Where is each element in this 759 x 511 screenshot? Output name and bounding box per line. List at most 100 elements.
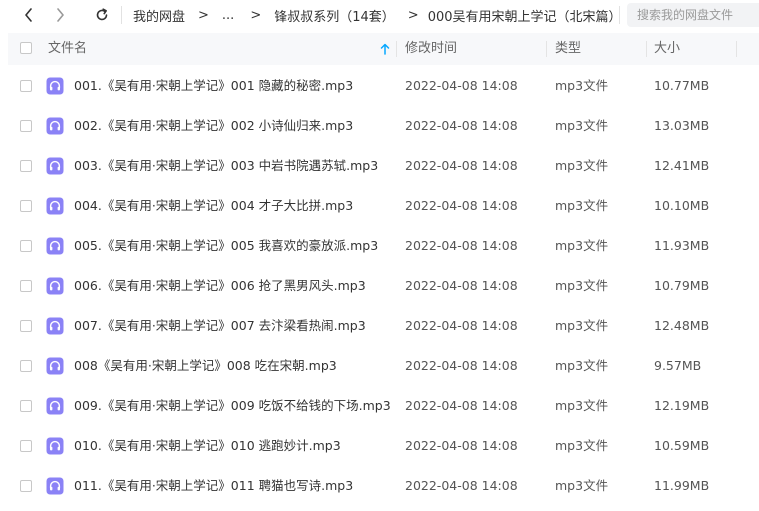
table-row[interactable]: 007.《吴有用·宋朝上学记》007 去汴梁看热闹.mp3 2022-04-08 …: [8, 306, 759, 346]
file-size: 12.41MB: [654, 158, 710, 173]
search-input[interactable]: [627, 3, 759, 27]
file-type: mp3文件: [555, 398, 609, 413]
row-checkbox[interactable]: [20, 440, 32, 452]
file-type: mp3文件: [555, 278, 609, 293]
row-checkbox[interactable]: [20, 280, 32, 292]
audio-file-icon: [46, 397, 64, 415]
table-row[interactable]: 004.《吴有用·宋朝上学记》004 才子大比拼.mp3 2022-04-08 1…: [8, 186, 759, 226]
audio-file-icon: [46, 77, 64, 95]
row-checkbox[interactable]: [20, 120, 32, 132]
file-name[interactable]: 001.《吴有用·宋朝上学记》001 隐藏的秘密.mp3: [74, 66, 353, 106]
audio-file-icon: [46, 277, 64, 295]
file-size: 10.77MB: [654, 78, 710, 93]
file-modified-time: 2022-04-08 14:08: [405, 318, 518, 333]
chevron-right-icon: [57, 8, 64, 22]
table-row[interactable]: 002.《吴有用·宋朝上学记》002 小诗仙归来.mp3 2022-04-08 1…: [8, 106, 759, 146]
row-checkbox[interactable]: [20, 80, 32, 92]
file-type: mp3文件: [555, 198, 609, 213]
file-modified-time: 2022-04-08 14:08: [405, 198, 518, 213]
file-name[interactable]: 009.《吴有用·宋朝上学记》009 吃饭不给钱的下场.mp3: [74, 386, 391, 426]
column-header-mtime[interactable]: 修改时间: [405, 33, 457, 65]
row-checkbox[interactable]: [20, 160, 32, 172]
file-name[interactable]: 006.《吴有用·宋朝上学记》006 抢了黑男风头.mp3: [74, 266, 366, 306]
table-row[interactable]: 001.《吴有用·宋朝上学记》001 隐藏的秘密.mp3 2022-04-08 1…: [8, 66, 759, 106]
file-name[interactable]: 010.《吴有用·宋朝上学记》010 逃跑妙计.mp3: [74, 426, 341, 466]
nav-divider: [121, 6, 122, 24]
back-button[interactable]: [19, 5, 39, 25]
file-size: 12.48MB: [654, 318, 710, 333]
file-size: 9.57MB: [654, 358, 702, 373]
column-divider[interactable]: [396, 41, 397, 57]
table-row[interactable]: 009.《吴有用·宋朝上学记》009 吃饭不给钱的下场.mp3 2022-04-0…: [8, 386, 759, 426]
audio-file-icon: [46, 237, 64, 255]
file-name[interactable]: 002.《吴有用·宋朝上学记》002 小诗仙归来.mp3: [74, 106, 353, 146]
audio-file-icon: [46, 157, 64, 175]
file-size: 13.03MB: [654, 118, 710, 133]
column-header-type[interactable]: 类型: [555, 33, 581, 65]
breadcrumb: 我的网盘 > ... > 锋叔叔系列（14套） > 000吴有用宋朝上学记（北宋…: [133, 0, 658, 30]
file-modified-time: 2022-04-08 14:08: [405, 278, 518, 293]
refresh-button[interactable]: [92, 5, 112, 25]
file-type: mp3文件: [555, 78, 609, 93]
row-checkbox[interactable]: [20, 400, 32, 412]
column-header-name[interactable]: 文件名: [48, 33, 87, 65]
file-name[interactable]: 005.《吴有用·宋朝上学记》005 我喜欢的豪放派.mp3: [74, 226, 378, 266]
forward-button[interactable]: [50, 5, 70, 25]
column-header-size[interactable]: 大小: [654, 33, 680, 65]
column-divider[interactable]: [736, 41, 737, 57]
table-row[interactable]: 005.《吴有用·宋朝上学记》005 我喜欢的豪放派.mp3 2022-04-08…: [8, 226, 759, 266]
audio-file-icon: [46, 437, 64, 455]
audio-file-icon: [46, 117, 64, 135]
file-name[interactable]: 007.《吴有用·宋朝上学记》007 去汴梁看热闹.mp3: [74, 306, 366, 346]
table-row[interactable]: 008《吴有用·宋朝上学记》008 吃在宋朝.mp3 2022-04-08 14:…: [8, 346, 759, 386]
audio-file-icon: [46, 197, 64, 215]
row-checkbox[interactable]: [20, 360, 32, 372]
file-size: 12.19MB: [654, 398, 710, 413]
search-divider: [619, 6, 620, 24]
file-size: 10.10MB: [654, 198, 710, 213]
file-modified-time: 2022-04-08 14:08: [405, 78, 518, 93]
file-size: 11.93MB: [654, 238, 710, 253]
file-modified-time: 2022-04-08 14:08: [405, 158, 518, 173]
file-list-header: 文件名 修改时间 类型 大小: [8, 33, 759, 65]
breadcrumb-separator: >: [407, 7, 419, 23]
breadcrumb-item-current[interactable]: 000吴有用宋朝上学记（北宋篇）: [428, 6, 622, 25]
audio-file-icon: [46, 477, 64, 495]
file-modified-time: 2022-04-08 14:08: [405, 478, 518, 493]
table-row[interactable]: 011.《吴有用·宋朝上学记》011 聘猫也写诗.mp3 2022-04-08 1…: [8, 466, 759, 506]
audio-file-icon: [46, 317, 64, 335]
file-name[interactable]: 008《吴有用·宋朝上学记》008 吃在宋朝.mp3: [74, 346, 337, 386]
top-nav-bar: 我的网盘 > ... > 锋叔叔系列（14套） > 000吴有用宋朝上学记（北宋…: [0, 0, 759, 30]
file-name[interactable]: 003.《吴有用·宋朝上学记》003 中岩书院遇苏轼.mp3: [74, 146, 378, 186]
file-modified-time: 2022-04-08 14:08: [405, 358, 518, 373]
file-modified-time: 2022-04-08 14:08: [405, 118, 518, 133]
file-type: mp3文件: [555, 238, 609, 253]
row-checkbox[interactable]: [20, 240, 32, 252]
file-name[interactable]: 011.《吴有用·宋朝上学记》011 聘猫也写诗.mp3: [74, 466, 353, 506]
row-checkbox[interactable]: [20, 200, 32, 212]
column-divider[interactable]: [546, 41, 547, 57]
table-row[interactable]: 003.《吴有用·宋朝上学记》003 中岩书院遇苏轼.mp3 2022-04-08…: [8, 146, 759, 186]
file-type: mp3文件: [555, 318, 609, 333]
file-type: mp3文件: [555, 438, 609, 453]
file-size: 11.99MB: [654, 478, 710, 493]
breadcrumb-item-root[interactable]: 我的网盘: [133, 6, 185, 25]
breadcrumb-item-series[interactable]: 锋叔叔系列（14套）: [274, 6, 395, 25]
table-row[interactable]: 010.《吴有用·宋朝上学记》010 逃跑妙计.mp3 2022-04-08 14…: [8, 426, 759, 466]
chevron-left-icon: [25, 8, 32, 22]
audio-file-icon: [46, 357, 64, 375]
row-checkbox[interactable]: [20, 320, 32, 332]
table-row[interactable]: 006.《吴有用·宋朝上学记》006 抢了黑男风头.mp3 2022-04-08 …: [8, 266, 759, 306]
sort-ascending-icon[interactable]: [380, 43, 390, 55]
file-type: mp3文件: [555, 358, 609, 373]
file-modified-time: 2022-04-08 14:08: [405, 398, 518, 413]
file-name[interactable]: 004.《吴有用·宋朝上学记》004 才子大比拼.mp3: [74, 186, 353, 226]
file-type: mp3文件: [555, 158, 609, 173]
file-modified-time: 2022-04-08 14:08: [405, 438, 518, 453]
row-checkbox[interactable]: [20, 480, 32, 492]
column-divider[interactable]: [646, 41, 647, 57]
file-type: mp3文件: [555, 118, 609, 133]
breadcrumb-separator: >: [198, 7, 209, 23]
select-all-checkbox[interactable]: [20, 42, 32, 54]
breadcrumb-item-ellipsis[interactable]: ...: [222, 8, 234, 23]
